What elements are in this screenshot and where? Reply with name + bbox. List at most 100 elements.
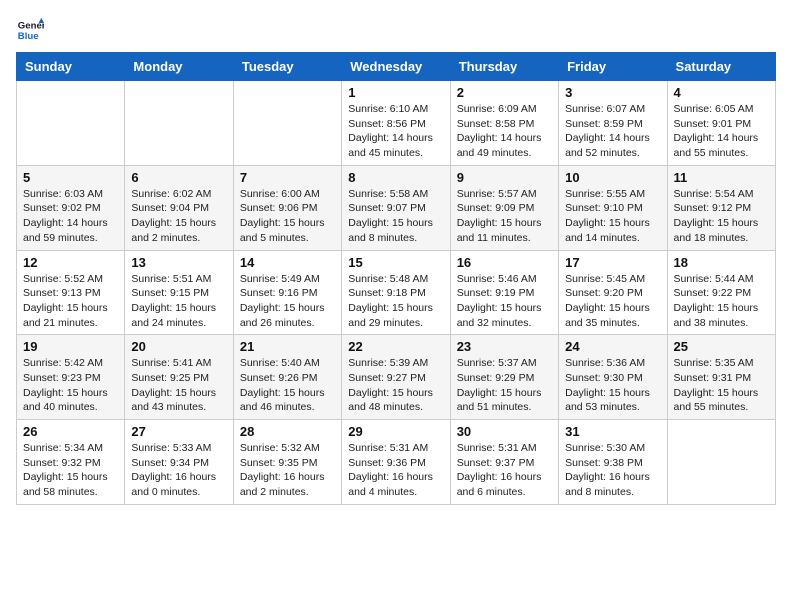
day-cell: 2Sunrise: 6:09 AM Sunset: 8:58 PM Daylig… [450, 81, 558, 166]
day-info: Sunrise: 6:07 AM Sunset: 8:59 PM Dayligh… [565, 102, 660, 161]
day-cell: 7Sunrise: 6:00 AM Sunset: 9:06 PM Daylig… [233, 165, 341, 250]
day-info: Sunrise: 6:09 AM Sunset: 8:58 PM Dayligh… [457, 102, 552, 161]
day-info: Sunrise: 5:32 AM Sunset: 9:35 PM Dayligh… [240, 441, 335, 500]
header-sunday: Sunday [17, 53, 125, 81]
day-info: Sunrise: 5:33 AM Sunset: 9:34 PM Dayligh… [131, 441, 226, 500]
day-number: 28 [240, 424, 335, 439]
day-number: 23 [457, 339, 552, 354]
day-cell [667, 420, 775, 505]
day-info: Sunrise: 5:54 AM Sunset: 9:12 PM Dayligh… [674, 187, 769, 246]
day-number: 27 [131, 424, 226, 439]
day-cell: 10 Sunrise: 5:55 AM Sunset: 9:10 PM Dayli… [559, 165, 667, 250]
week-row-1: 1 Sunrise: 6:10 AM Sunset: 8:56 PM Daylig… [17, 81, 776, 166]
day-number: 25 [674, 339, 769, 354]
day-info: Sunrise: 5:57 AM Sunset: 9:09 PM Dayligh… [457, 187, 552, 246]
day-number: 16 [457, 255, 552, 270]
day-cell: 6 Sunrise: 6:02 AM Sunset: 9:04 PM Daylig… [125, 165, 233, 250]
day-info: Sunrise: 6:02 AM Sunset: 9:04 PM Dayligh… [131, 187, 226, 246]
day-info: Sunrise: 5:30 AM Sunset: 9:38 PM Dayligh… [565, 441, 660, 500]
day-number: 14 [240, 255, 335, 270]
day-number: 1 [348, 85, 443, 100]
day-cell: 13 Sunrise: 5:51 AM Sunset: 9:15 PM Dayli… [125, 250, 233, 335]
day-number: 11 [674, 170, 769, 185]
day-cell: 19Sunrise: 5:42 AM Sunset: 9:23 PM Dayli… [17, 335, 125, 420]
day-info: Sunrise: 5:31 AM Sunset: 9:36 PM Dayligh… [348, 441, 443, 500]
day-cell: 30Sunrise: 5:31 AM Sunset: 9:37 PM Dayli… [450, 420, 558, 505]
day-info: Sunrise: 5:37 AM Sunset: 9:29 PM Dayligh… [457, 356, 552, 415]
day-number: 31 [565, 424, 660, 439]
day-info: Sunrise: 5:41 AM Sunset: 9:25 PM Dayligh… [131, 356, 226, 415]
logo: General Blue [16, 16, 48, 44]
day-cell: 24Sunrise: 5:36 AM Sunset: 9:30 PM Dayli… [559, 335, 667, 420]
header-row: SundayMondayTuesdayWednesdayThursdayFrid… [17, 53, 776, 81]
day-cell: 12 Sunrise: 5:52 AM Sunset: 9:13 PM Dayli… [17, 250, 125, 335]
day-cell: 31 Sunrise: 5:30 AM Sunset: 9:38 PM Dayli… [559, 420, 667, 505]
day-info: Sunrise: 6:10 AM Sunset: 8:56 PM Dayligh… [348, 102, 443, 161]
day-cell: 26 Sunrise: 5:34 AM Sunset: 9:32 PM Dayli… [17, 420, 125, 505]
day-cell: 18 Sunrise: 5:44 AM Sunset: 9:22 PM Dayli… [667, 250, 775, 335]
header-friday: Friday [559, 53, 667, 81]
day-cell: 17 Sunrise: 5:45 AM Sunset: 9:20 PM Dayli… [559, 250, 667, 335]
day-info: Sunrise: 5:55 AM Sunset: 9:10 PM Dayligh… [565, 187, 660, 246]
day-info: Sunrise: 5:31 AM Sunset: 9:37 PM Dayligh… [457, 441, 552, 500]
day-number: 17 [565, 255, 660, 270]
day-info: Sunrise: 5:39 AM Sunset: 9:27 PM Dayligh… [348, 356, 443, 415]
day-number: 22 [348, 339, 443, 354]
day-number: 18 [674, 255, 769, 270]
day-info: Sunrise: 5:51 AM Sunset: 9:15 PM Dayligh… [131, 272, 226, 331]
day-number: 26 [23, 424, 118, 439]
page-header: General Blue [16, 16, 776, 44]
day-cell: 28 Sunrise: 5:32 AM Sunset: 9:35 PM Dayli… [233, 420, 341, 505]
week-row-2: 5 Sunrise: 6:03 AM Sunset: 9:02 PM Daylig… [17, 165, 776, 250]
day-cell: 23 Sunrise: 5:37 AM Sunset: 9:29 PM Dayli… [450, 335, 558, 420]
day-cell: 20 Sunrise: 5:41 AM Sunset: 9:25 PM Dayli… [125, 335, 233, 420]
day-number: 3 [565, 85, 660, 100]
day-info: Sunrise: 5:40 AM Sunset: 9:26 PM Dayligh… [240, 356, 335, 415]
header-tuesday: Tuesday [233, 53, 341, 81]
day-info: Sunrise: 5:52 AM Sunset: 9:13 PM Dayligh… [23, 272, 118, 331]
day-cell: 3 Sunrise: 6:07 AM Sunset: 8:59 PM Daylig… [559, 81, 667, 166]
day-cell: 8 Sunrise: 5:58 AM Sunset: 9:07 PM Daylig… [342, 165, 450, 250]
day-info: Sunrise: 6:03 AM Sunset: 9:02 PM Dayligh… [23, 187, 118, 246]
header-thursday: Thursday [450, 53, 558, 81]
day-info: Sunrise: 5:34 AM Sunset: 9:32 PM Dayligh… [23, 441, 118, 500]
day-cell: 11 Sunrise: 5:54 AM Sunset: 9:12 PM Dayli… [667, 165, 775, 250]
day-number: 29 [348, 424, 443, 439]
day-number: 12 [23, 255, 118, 270]
day-number: 7 [240, 170, 335, 185]
day-number: 10 [565, 170, 660, 185]
header-monday: Monday [125, 53, 233, 81]
day-number: 9 [457, 170, 552, 185]
day-info: Sunrise: 5:45 AM Sunset: 9:20 PM Dayligh… [565, 272, 660, 331]
header-saturday: Saturday [667, 53, 775, 81]
day-cell: 22 Sunrise: 5:39 AM Sunset: 9:27 PM Dayli… [342, 335, 450, 420]
day-cell: 14 Sunrise: 5:49 AM Sunset: 9:16 PM Dayli… [233, 250, 341, 335]
day-info: Sunrise: 5:48 AM Sunset: 9:18 PM Dayligh… [348, 272, 443, 331]
day-info: Sunrise: 5:44 AM Sunset: 9:22 PM Dayligh… [674, 272, 769, 331]
day-cell: 5 Sunrise: 6:03 AM Sunset: 9:02 PM Daylig… [17, 165, 125, 250]
day-number: 5 [23, 170, 118, 185]
day-cell: 9 Sunrise: 5:57 AM Sunset: 9:09 PM Daylig… [450, 165, 558, 250]
day-cell: 4Sunrise: 6:05 AM Sunset: 9:01 PM Daylig… [667, 81, 775, 166]
day-info: Sunrise: 5:58 AM Sunset: 9:07 PM Dayligh… [348, 187, 443, 246]
calendar-table: SundayMondayTuesdayWednesdayThursdayFrid… [16, 52, 776, 505]
day-number: 15 [348, 255, 443, 270]
day-number: 21 [240, 339, 335, 354]
day-info: Sunrise: 5:49 AM Sunset: 9:16 PM Dayligh… [240, 272, 335, 331]
day-cell [17, 81, 125, 166]
day-number: 19 [23, 339, 118, 354]
day-number: 6 [131, 170, 226, 185]
day-number: 13 [131, 255, 226, 270]
day-cell [233, 81, 341, 166]
header-wednesday: Wednesday [342, 53, 450, 81]
day-number: 20 [131, 339, 226, 354]
day-cell: 21 Sunrise: 5:40 AM Sunset: 9:26 PM Dayli… [233, 335, 341, 420]
week-row-4: 19Sunrise: 5:42 AM Sunset: 9:23 PM Dayli… [17, 335, 776, 420]
day-cell: 25Sunrise: 5:35 AM Sunset: 9:31 PM Dayli… [667, 335, 775, 420]
day-number: 24 [565, 339, 660, 354]
day-cell: 16Sunrise: 5:46 AM Sunset: 9:19 PM Dayli… [450, 250, 558, 335]
day-cell: 29 Sunrise: 5:31 AM Sunset: 9:36 PM Dayli… [342, 420, 450, 505]
day-cell [125, 81, 233, 166]
svg-text:Blue: Blue [18, 31, 39, 42]
day-number: 8 [348, 170, 443, 185]
